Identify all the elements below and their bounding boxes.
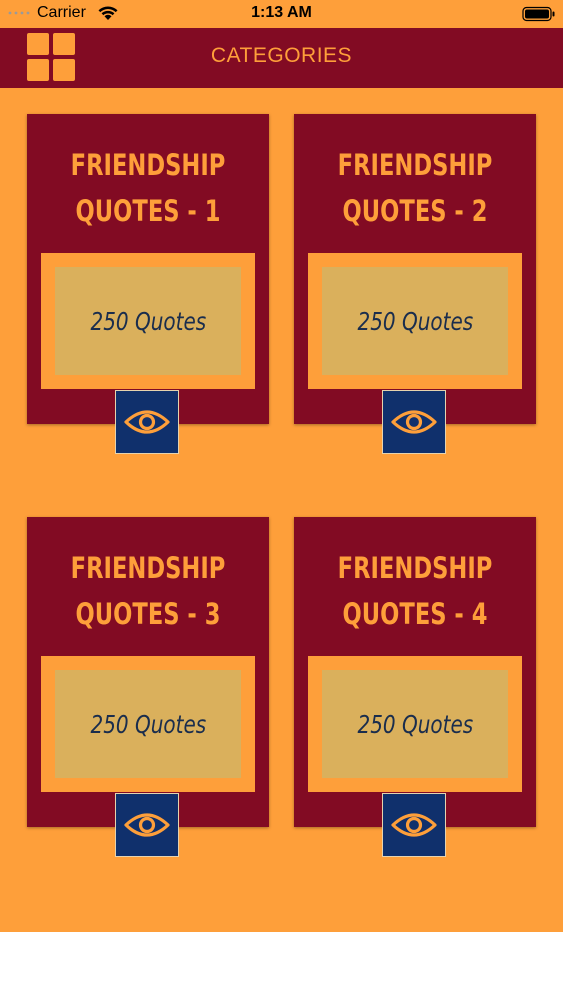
quote-count-frame: 250 Quotes [41, 253, 255, 389]
status-bar: Carrier 1:13 AM [0, 0, 563, 28]
category-title-line-1: FRIENDSHIP [337, 551, 493, 585]
category-title: FRIENDSHIP QUOTES - 1 [54, 142, 243, 234]
quote-count-box: 250 Quotes [322, 670, 508, 778]
quote-count: 250 Quotes [90, 306, 206, 336]
category-title-line-1: FRIENDSHIP [337, 148, 493, 182]
view-button[interactable] [115, 390, 179, 454]
category-card-1[interactable]: FRIENDSHIP QUOTES - 1 250 Quotes [27, 114, 269, 454]
eye-icon [124, 410, 170, 434]
view-button[interactable] [115, 793, 179, 857]
quote-count-box: 250 Quotes [322, 267, 508, 375]
category-title-line-1: FRIENDSHIP [70, 148, 226, 182]
eye-icon [391, 813, 437, 837]
quote-count-frame: 250 Quotes [41, 656, 255, 792]
eye-icon [391, 410, 437, 434]
category-title-line-2: QUOTES - 1 [75, 194, 221, 228]
category-title-line-2: QUOTES - 4 [342, 597, 488, 631]
status-time: 1:13 AM [251, 4, 312, 21]
category-title-line-1: FRIENDSHIP [70, 551, 226, 585]
eye-icon [124, 813, 170, 837]
category-card-4[interactable]: FRIENDSHIP QUOTES - 4 250 Quotes [294, 517, 536, 857]
quote-count: 250 Quotes [357, 306, 473, 336]
view-button[interactable] [382, 793, 446, 857]
category-card-2[interactable]: FRIENDSHIP QUOTES - 2 250 Quotes [294, 114, 536, 454]
quote-count-box: 250 Quotes [55, 267, 241, 375]
app-screen: Carrier 1:13 AM CATEGORIES FRIENDSHIP QU… [0, 0, 563, 932]
category-title: FRIENDSHIP QUOTES - 3 [54, 545, 243, 637]
quote-count-box: 250 Quotes [55, 670, 241, 778]
category-title: FRIENDSHIP QUOTES - 2 [321, 142, 510, 234]
view-button[interactable] [382, 390, 446, 454]
category-title: FRIENDSHIP QUOTES - 4 [321, 545, 510, 637]
quote-count: 250 Quotes [90, 709, 206, 739]
category-card-3[interactable]: FRIENDSHIP QUOTES - 3 250 Quotes [27, 517, 269, 857]
quote-count: 250 Quotes [357, 709, 473, 739]
page-title: CATEGORIES [210, 44, 353, 67]
quote-count-frame: 250 Quotes [308, 656, 522, 792]
category-title-line-2: QUOTES - 3 [75, 597, 221, 631]
quote-count-frame: 250 Quotes [308, 253, 522, 389]
battery-icon [522, 6, 555, 22]
app-header: CATEGORIES [0, 28, 563, 88]
category-title-line-2: QUOTES - 2 [342, 194, 488, 228]
